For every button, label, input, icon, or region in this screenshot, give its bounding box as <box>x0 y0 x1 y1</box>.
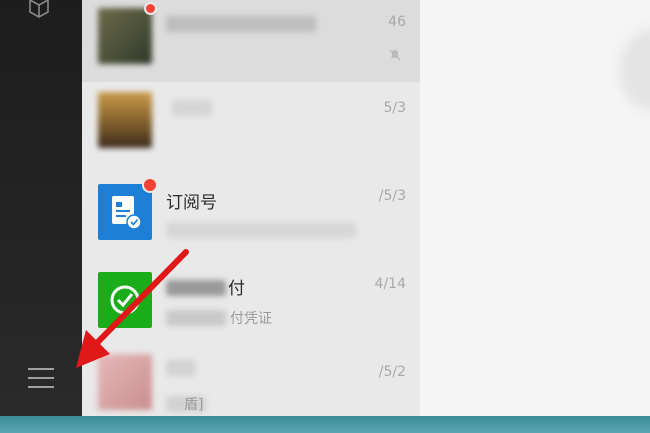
chat-list-item-subscriptions[interactable]: 订阅号 /5/3 <box>82 170 420 258</box>
chat-time: 46 <box>388 14 406 30</box>
chat-subtitle: 盾] <box>184 397 204 413</box>
chat-list-item[interactable]: 46 <box>82 0 420 82</box>
chat-title: 付 <box>228 279 245 299</box>
unread-dot <box>144 2 157 15</box>
chat-list-item[interactable]: 5/3 <box>82 82 420 170</box>
chat-avatar <box>98 92 152 148</box>
content-decoration <box>620 30 650 110</box>
chat-list: 46 5/3 订阅号 /5/3 付 付凭证 4/14 /5/2 盾] <box>82 0 420 416</box>
chat-time: /5/3 <box>378 188 406 204</box>
taskbar <box>0 416 650 433</box>
chat-avatar <box>98 8 152 64</box>
chat-content-area <box>420 0 650 416</box>
chat-time: 4/14 <box>374 276 406 292</box>
hamburger-menu-icon[interactable] <box>28 368 54 392</box>
wechat-pay-icon <box>98 272 152 328</box>
mute-bell-icon <box>389 49 401 61</box>
chat-title: 订阅号 <box>166 193 217 213</box>
chat-list-item[interactable]: /5/2 盾] <box>82 346 420 416</box>
chat-time: /5/2 <box>378 364 406 380</box>
chat-time: 5/3 <box>383 100 406 116</box>
chat-list-item-wechat-pay[interactable]: 付 付凭证 4/14 <box>82 258 420 346</box>
chat-avatar <box>98 354 152 410</box>
cube-icon[interactable] <box>26 0 52 20</box>
sidebar <box>0 0 82 416</box>
unread-dot <box>142 177 158 193</box>
subscription-icon <box>98 184 152 240</box>
chat-subtitle: 付凭证 <box>230 311 272 327</box>
